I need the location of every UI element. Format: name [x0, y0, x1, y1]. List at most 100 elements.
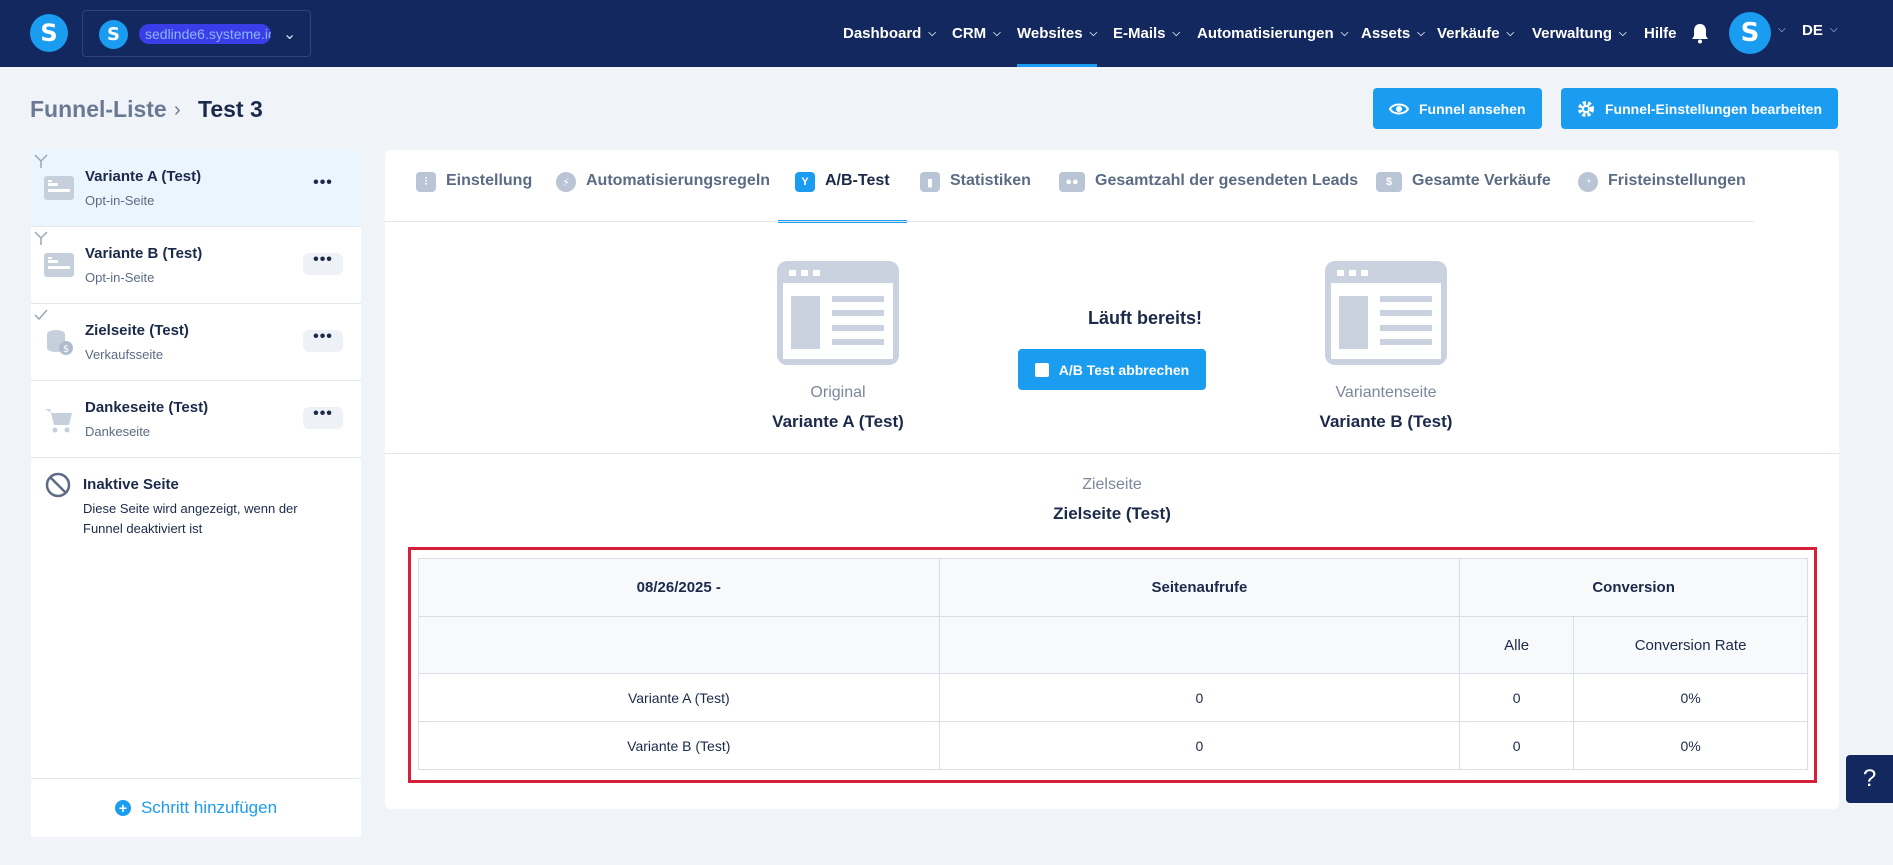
sales-page-icon: $: [47, 330, 73, 355]
step-variante-a[interactable]: Variante A (Test) Opt-in-Seite •••: [31, 150, 361, 227]
conversion-header: Conversion: [1459, 558, 1808, 617]
tab-einstellung[interactable]: ⫶ Einstellung: [416, 172, 532, 222]
language-selector[interactable]: DE: [1802, 22, 1823, 39]
cancel-ab-test-label: A/B Test abbrechen: [1058, 361, 1190, 378]
nav-dashboard[interactable]: Dashboard ⌵: [843, 0, 936, 67]
nav-automations[interactable]: Automatisierungen ⌵: [1197, 0, 1348, 67]
disabled-icon: [45, 472, 71, 498]
date-range-header: 08/26/2025 -: [418, 558, 940, 617]
nav-admin[interactable]: Verwaltung ⌵: [1532, 0, 1627, 67]
plus-circle-icon: +: [114, 800, 131, 816]
step-title: Zielseite (Test): [85, 322, 189, 339]
tab-label: Statistiken: [950, 172, 1031, 189]
tab-fristeinstellungen[interactable]: ◔ Fristeinstellungen: [1578, 172, 1746, 222]
tab-automatisierungsregeln[interactable]: ⚡ Automatisierungsregeln: [556, 172, 770, 222]
original-page-name: Variante A (Test): [772, 412, 904, 431]
chevron-down-icon[interactable]: ⌵: [1778, 24, 1786, 35]
edit-settings-label: Funnel-Einstellungen bearbeiten: [1605, 100, 1823, 117]
workspace-selector[interactable]: S sedlinde6.systeme.io ⌄: [82, 10, 311, 57]
thank-you-cart-icon: [45, 409, 72, 433]
chevron-right-icon: ›: [174, 99, 181, 121]
gear-icon: [1578, 100, 1594, 117]
funnel-steps-sidebar: Variante A (Test) Opt-in-Seite ••• Varia…: [31, 150, 361, 837]
edit-funnel-settings-button[interactable]: Funnel-Einstellungen bearbeiten: [1561, 88, 1839, 129]
table-row: Variante A (Test) 0 0 0%: [418, 673, 1808, 722]
variant-page-name: Variante B (Test): [1319, 412, 1453, 431]
conversion-rate-subheader: Conversion Rate: [1573, 616, 1808, 674]
nav-help[interactable]: Hilfe: [1644, 0, 1677, 67]
chevron-down-icon: ⌵: [993, 28, 1001, 39]
section-divider: [385, 453, 1839, 454]
chevron-down-icon[interactable]: ⌵: [1830, 24, 1838, 35]
tab-label: Automatisierungsregeln: [586, 172, 771, 189]
user-avatar[interactable]: S: [1729, 12, 1771, 54]
rate-cell: 0%: [1573, 721, 1808, 770]
goal-page-name: Zielseite (Test): [1053, 504, 1171, 523]
help-button[interactable]: ?: [1846, 755, 1893, 803]
all-subheader: Alle: [1459, 616, 1575, 674]
chevron-down-icon: ⌄: [283, 26, 297, 43]
chevron-down-icon: ⌵: [1619, 28, 1627, 39]
step-more-button[interactable]: •••: [303, 175, 343, 198]
stop-icon: [1034, 362, 1049, 377]
split-icon: Y: [795, 172, 815, 192]
step-type: Dankeseite: [85, 424, 151, 439]
tab-statistiken[interactable]: ▮ Statistiken: [920, 172, 1031, 222]
systeme-logo[interactable]: S: [30, 14, 68, 52]
conversions-cell: 0: [1459, 721, 1575, 770]
nav-assets[interactable]: Assets ⌵: [1361, 0, 1425, 67]
views-cell: 0: [938, 721, 1461, 770]
ab-stats-table: 08/26/2025 - Seitenaufrufe Conversion Al…: [418, 558, 1808, 770]
nav-emails[interactable]: E-Mails ⌵: [1113, 0, 1180, 67]
view-funnel-button[interactable]: Funnel ansehen: [1373, 88, 1542, 129]
step-more-button[interactable]: •••: [303, 406, 343, 429]
lightning-icon: ⚡: [556, 172, 576, 192]
chevron-down-icon: ⌵: [928, 28, 936, 39]
step-zielseite[interactable]: $ Zielseite (Test) Verkaufsseite •••: [31, 304, 361, 381]
ab-test-status: Läuft bereits!: [1087, 308, 1202, 328]
tab-leads[interactable]: ●● Gesamtzahl der gesendeten Leads: [1059, 172, 1358, 222]
add-step-label: Schritt hinzufügen: [140, 798, 278, 817]
chevron-down-icon: ⌵: [1340, 28, 1349, 39]
tab-verkaeufe[interactable]: $ Gesamte Verkäufe: [1376, 172, 1551, 222]
dollar-icon: $: [1376, 172, 1402, 192]
variant-name-cell: Variante B (Test): [418, 721, 940, 770]
ab-test-panel: ⫶ Einstellung ⚡ Automatisierungsregeln Y A/…: [385, 150, 1839, 809]
cancel-ab-test-button[interactable]: A/B Test abbrechen: [1018, 349, 1206, 390]
chevron-down-icon: ⌵: [1417, 28, 1425, 39]
nav-sales[interactable]: Verkäufe ⌵: [1437, 0, 1514, 67]
bell-icon[interactable]: [1690, 22, 1710, 44]
svg-text:$: $: [63, 344, 69, 355]
eye-icon: [1389, 103, 1409, 114]
step-type: Verkaufsseite: [85, 347, 164, 362]
workspace-logo: S: [99, 20, 128, 49]
settings-sliders-icon: ⫶: [416, 172, 436, 192]
nav-websites[interactable]: Websites ⌵: [1017, 0, 1098, 67]
original-label: Original: [810, 384, 866, 401]
split-icon: [34, 154, 48, 168]
step-title: Variante B (Test): [85, 245, 203, 262]
nav-label: Verkäufe: [1437, 25, 1500, 42]
breadcrumb-funnel-list[interactable]: Funnel-Liste: [30, 96, 167, 123]
step-dankeseite[interactable]: Dankeseite (Test) Dankeseite •••: [31, 381, 361, 458]
empty-cell: [418, 616, 940, 674]
add-step-button[interactable]: + Schritt hinzufügen: [31, 778, 361, 837]
nav-label: CRM: [952, 25, 987, 42]
step-more-button[interactable]: •••: [303, 329, 343, 352]
empty-cell: [938, 616, 1461, 674]
tab-label: Fristeinstellungen: [1608, 172, 1746, 189]
check-icon: [34, 309, 48, 321]
chevron-down-icon: ⌵: [1089, 28, 1098, 39]
nav-label: Assets: [1361, 25, 1411, 42]
nav-label: E-Mails: [1113, 25, 1166, 42]
step-variante-b[interactable]: Variante B (Test) Opt-in-Seite •••: [31, 227, 361, 304]
view-funnel-label: Funnel ansehen: [1419, 100, 1526, 117]
step-title: Dankeseite (Test): [85, 399, 209, 416]
goal-label: Zielseite: [1082, 476, 1142, 493]
tab-ab-test[interactable]: Y A/B-Test: [778, 172, 907, 223]
nav-crm[interactable]: CRM ⌵: [952, 0, 1001, 67]
clock-icon: ◔: [1578, 172, 1598, 192]
step-more-button[interactable]: •••: [303, 252, 343, 275]
inactive-page-title[interactable]: Inaktive Seite: [83, 476, 179, 493]
tabs-divider: [385, 221, 1754, 222]
